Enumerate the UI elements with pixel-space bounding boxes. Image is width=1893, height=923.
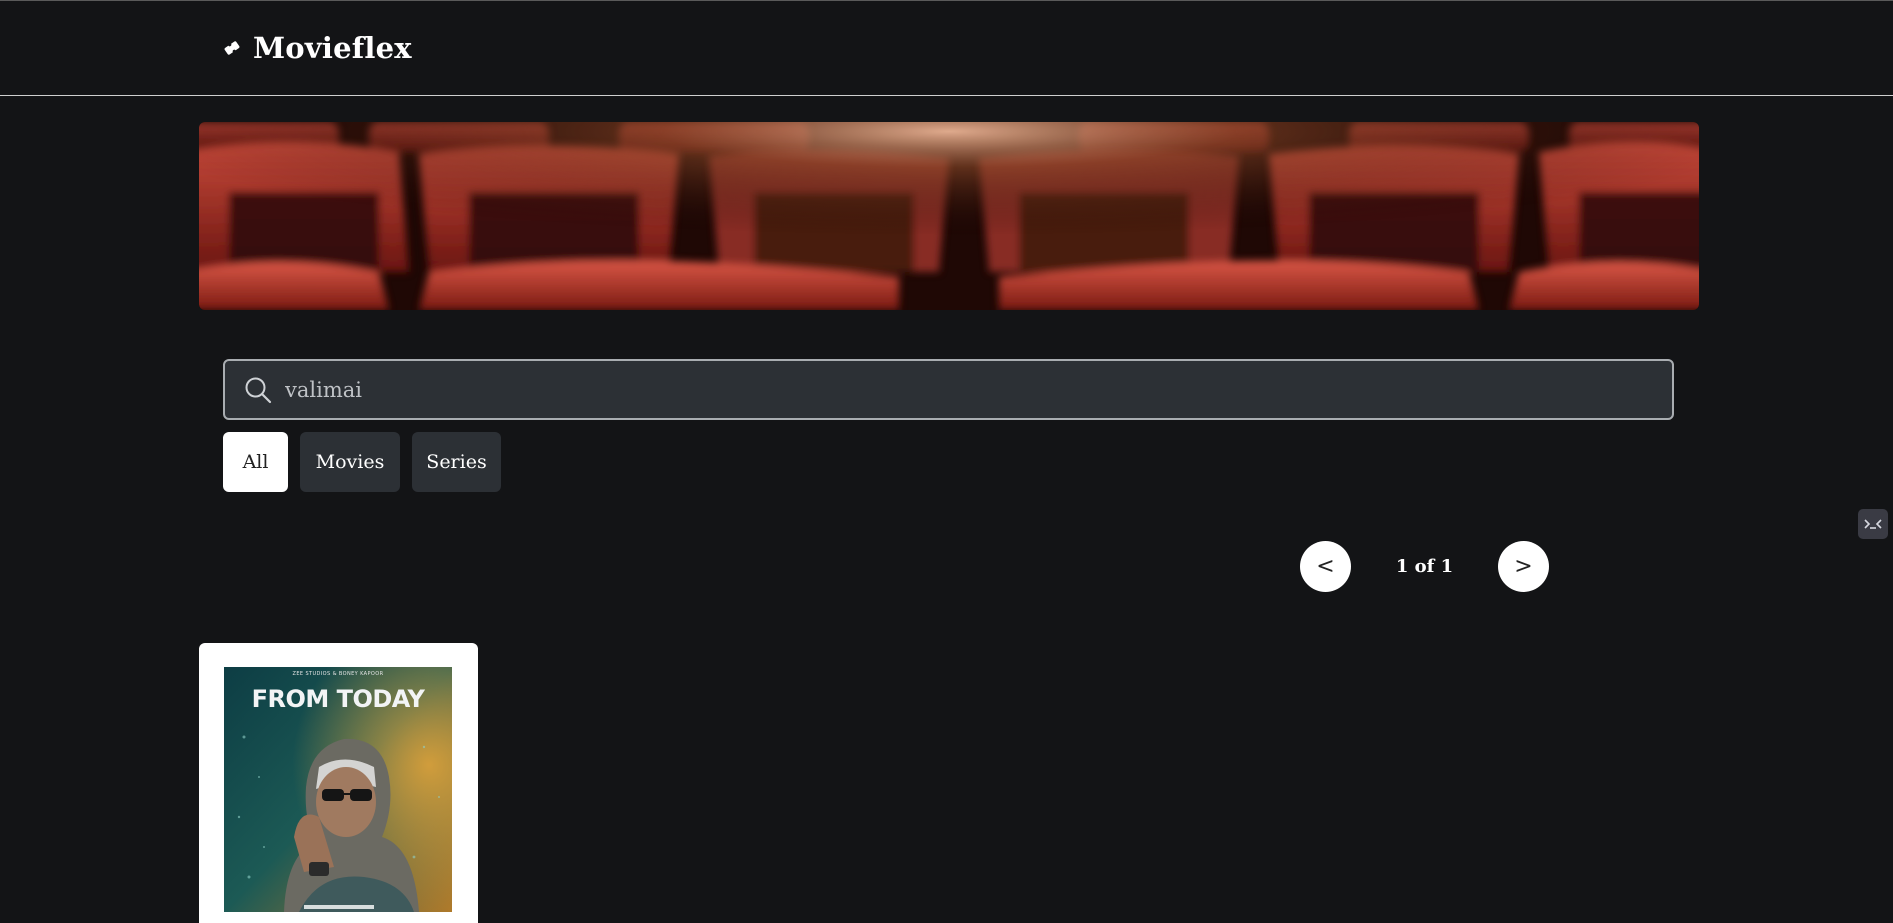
- poster-headline: FROM TODAY: [251, 685, 425, 713]
- cinema-seats-image: [199, 122, 1699, 310]
- app-title: Movieflex: [253, 31, 412, 65]
- filter-series-button[interactable]: Series: [412, 432, 501, 492]
- filter-all-button[interactable]: All: [223, 432, 288, 492]
- search-icon: [245, 377, 272, 404]
- prev-page-button[interactable]: <: [1300, 541, 1351, 592]
- type-filter-group: All Movies Series: [223, 432, 501, 492]
- brand[interactable]: Movieflex: [223, 31, 412, 65]
- next-page-button[interactable]: >: [1498, 541, 1549, 592]
- search-bar[interactable]: [223, 359, 1674, 420]
- result-card[interactable]: ZEE STUDIOS & BONEY KAPOOR FROM TODAY: [199, 643, 478, 923]
- side-extension-tab[interactable]: [1858, 509, 1888, 539]
- ticket-icon: [224, 41, 240, 55]
- filter-movies-button[interactable]: Movies: [300, 432, 400, 492]
- collapse-icon: [1864, 519, 1882, 529]
- poster-credit: ZEE STUDIOS & BONEY KAPOOR: [292, 671, 384, 677]
- movie-poster[interactable]: ZEE STUDIOS & BONEY KAPOOR FROM TODAY: [224, 667, 452, 912]
- hero-banner: [199, 122, 1699, 310]
- pagination: < 1 of 1 >: [1300, 541, 1549, 592]
- top-navbar: Movieflex: [0, 0, 1893, 96]
- search-input[interactable]: [283, 369, 1653, 411]
- page-status: 1 of 1: [1395, 556, 1454, 577]
